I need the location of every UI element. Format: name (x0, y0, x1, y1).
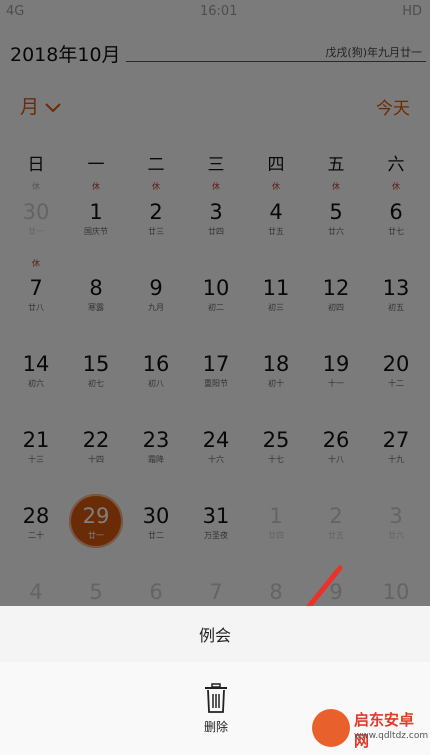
trash-icon (205, 683, 227, 713)
watermark-logo-icon (312, 709, 350, 747)
delete-label: 删除 (203, 720, 228, 734)
event-title: 例会 (198, 626, 231, 645)
site-watermark: 启东安卓网 www.qdltdz.com (312, 707, 429, 751)
watermark-url: www.qdltdz.com (354, 731, 429, 741)
delete-button[interactable]: 删除 (186, 682, 246, 742)
watermark-name: 启东安卓网 (354, 711, 415, 750)
event-title-bar: 例会 (0, 606, 430, 662)
